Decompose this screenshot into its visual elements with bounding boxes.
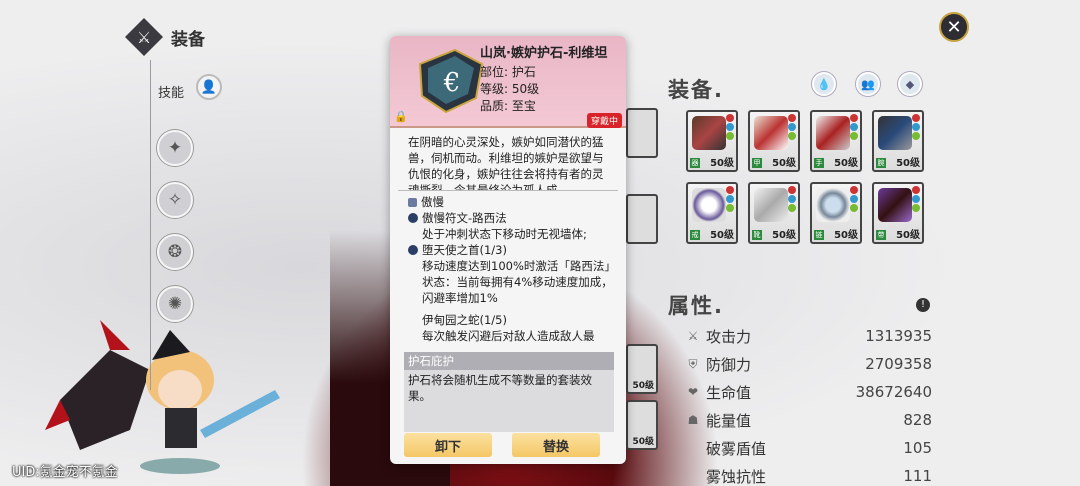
equip-slot-hidden-2[interactable] [626, 194, 658, 244]
equipment-emblem-icon: ⚔ [125, 18, 163, 56]
item-description: 在阴暗的心灵深处，嫉妒如同潜伏的猛兽，伺机而动。利维坦的嫉妒是欲望与仇恨的化身，… [408, 135, 604, 190]
tab-skills[interactable]: 技能 [158, 82, 184, 101]
attributes-section-title: 属性. [668, 294, 724, 318]
lock-icon[interactable]: 🔒 [394, 110, 408, 124]
item-quality: 品质: 至宝 [480, 99, 536, 113]
divider [398, 190, 618, 191]
item-name: 山岚·嫉妒护石-利维坦 [480, 46, 608, 61]
unequip-button[interactable]: 卸下 [404, 433, 492, 457]
uid-label: UID:氪金宠不氪金 [12, 465, 118, 480]
protect-section: 护石庇护 护石将会随机生成不等数量的套装效果。 [404, 352, 614, 432]
page-header: ⚔ 装备 [125, 18, 205, 56]
attr-row-fog-resist: 雾蚀抗性 111 [706, 467, 932, 486]
attr-row-attack: ⚔ 攻击力 1313935 [687, 327, 932, 346]
equip-slot-hidden-4[interactable]: 50级 [626, 400, 658, 450]
item-level: 等级: 50级 [480, 82, 540, 96]
equipment-section-title: 装备. [668, 78, 724, 102]
equip-slot-armor[interactable]: 甲 50级 [748, 110, 800, 172]
equip-slot-weapon[interactable]: 器 50级 [686, 110, 738, 172]
filter-water-icon[interactable]: 💧 [812, 72, 836, 96]
equipment-grid: 器 50级 甲 50级 手 50级 腕 50级 戒 50级 靴 50级 链 50级 带 50级 [686, 110, 924, 244]
item-info: 部位: 护石 等级: 50级 品质: 至宝 [480, 64, 539, 115]
amulet-icon: € [418, 48, 484, 114]
help-icon[interactable]: ! [916, 298, 930, 312]
item-detail-popup: € 山岚·嫉妒护石-利维坦 部位: 护石 等级: 50级 品质: 至宝 🔒 穿戴… [390, 36, 626, 464]
attribute-list: ⚔ 攻击力 1313935 ⛨ 防御力 2709358 ❤ 生命值 38672640 ☗ 能量… [686, 322, 932, 486]
attr-row-defense: ⛨ 防御力 2709358 [686, 350, 932, 378]
attr-row-energy: ☗ 能量值 828 [687, 411, 932, 430]
protect-text: 护石将会随机生成不等数量的套装效果。 [408, 373, 592, 403]
popup-header: € 山岚·嫉妒护石-利维坦 部位: 护石 等级: 50级 品质: 至宝 🔒 穿戴… [390, 36, 626, 128]
heart-icon: ❤ [687, 385, 699, 399]
svg-text:€: € [443, 68, 461, 98]
set-piece-icon [408, 245, 418, 255]
filter-team-icon[interactable]: 👥 [856, 72, 880, 96]
item-slot: 部位: 护石 [480, 65, 536, 79]
attack-icon: ⚔ [687, 329, 699, 343]
worn-badge: 穿戴中 [586, 113, 622, 128]
attr-row-fog-shield: 破雾盾值 105 [706, 439, 932, 458]
equip-slot-ring[interactable]: 戒 50级 [686, 182, 738, 244]
shield-icon: ⛨ [688, 356, 698, 371]
equip-slot-gloves[interactable]: 手 50级 [810, 110, 862, 172]
protect-title: 护石庇护 [404, 352, 614, 370]
side-nav-icon-2[interactable]: ✧ [157, 182, 193, 218]
equip-slot-hidden-3[interactable]: 50级 [626, 344, 658, 394]
equip-slot-gauntlet[interactable]: 腕 50级 [872, 110, 924, 172]
set-icon [408, 197, 417, 207]
equip-slot-hidden-1[interactable] [626, 108, 658, 158]
nav-rail [150, 60, 151, 390]
close-button[interactable]: ✕ [939, 12, 969, 42]
energy-icon: ☗ [687, 413, 699, 427]
side-nav-icon-4[interactable]: ✺ [157, 286, 193, 322]
rune-icon [408, 213, 418, 223]
set-effects: 傲慢 傲慢符文-路西法 处于冲刺状态下移动时无视墙体; 堕天使之首(1/3) 移… [408, 194, 614, 344]
page-title: 装备 [171, 29, 205, 50]
equip-slot-necklace[interactable]: 链 50级 [810, 182, 862, 244]
side-nav-icon-3[interactable]: ❂ [157, 234, 193, 270]
filter-gem-icon[interactable]: ◆ [898, 72, 922, 96]
user-icon[interactable]: 👤 [196, 74, 222, 100]
side-nav-icon-1[interactable]: ✦ [157, 130, 193, 166]
equip-slot-boots[interactable]: 靴 50级 [748, 182, 800, 244]
attr-row-hp: ❤ 生命值 38672640 [687, 383, 932, 402]
replace-button[interactable]: 替换 [512, 433, 600, 457]
equip-slot-belt[interactable]: 带 50级 [872, 182, 924, 244]
